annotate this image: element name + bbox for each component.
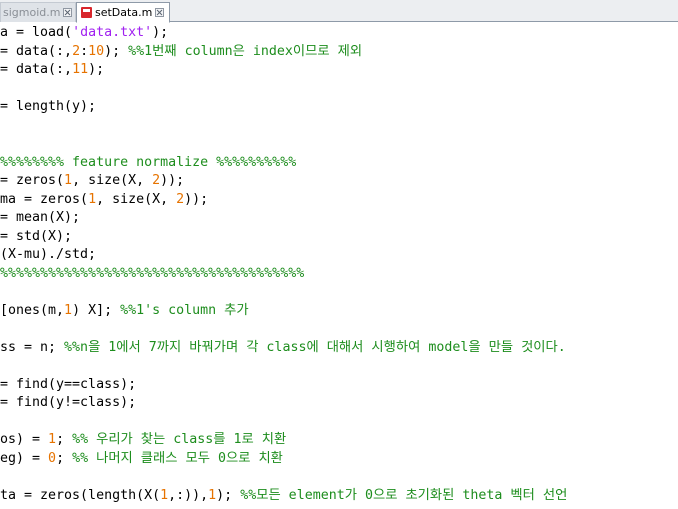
code-comment: %% 우리가 찾는 class를 1로 치환 [72, 432, 287, 447]
code-token: ); [152, 25, 169, 40]
code-line[interactable]: ta = zeros(length(X(1,:)),1); %%모든 eleme… [0, 487, 567, 505]
matlab-file-icon [81, 7, 92, 18]
code-line[interactable]: = find(y==class); [0, 376, 136, 394]
code-token: ma = zeros( [0, 191, 89, 207]
code-line[interactable]: = std(X); [0, 228, 72, 246]
code-token: ,:)), [168, 487, 209, 503]
code-token: = std(X); [0, 228, 73, 244]
code-token: os) = [0, 432, 49, 447]
code-token: [ones(m, [0, 302, 65, 318]
code-line[interactable]: = find(y!=class); [0, 394, 136, 412]
code-token: ss = n; [0, 339, 65, 355]
code-token: ); [104, 43, 129, 59]
code-editor[interactable]: a = load('data.txt'); = data(:,2:10); %%1… [0, 22, 678, 509]
code-token: ); [88, 62, 105, 77]
code-line[interactable]: eg) = 0; %% 나머지 클래스 모두 0으로 치환 [0, 450, 283, 468]
code-number: 2 [72, 43, 81, 59]
code-line[interactable]: [ones(m,1) X]; %%1's column 추가 [0, 302, 249, 320]
code-line[interactable]: %%%%%%%% feature normalize %%%%%%%%%% [0, 154, 296, 172]
code-comment: %%모든 element가 0으로 초기화된 theta 벡터 선언 [240, 487, 568, 503]
close-icon[interactable] [63, 8, 73, 17]
code-comment: %%%%%%%% feature normalize %%%%%%%%%% [0, 154, 297, 170]
code-token: ); [216, 487, 241, 503]
tab-label: setData.m [95, 6, 153, 19]
code-token: (X-mu)./std; [0, 247, 97, 262]
code-number: 1 [88, 191, 97, 207]
code-number: 0 [48, 450, 57, 466]
code-token: ; [56, 432, 73, 447]
code-token: ) X]; [72, 302, 121, 318]
code-line[interactable]: = zeros(1, size(X, 2)); [0, 172, 184, 190]
code-number: 1 [160, 487, 169, 503]
code-line[interactable]: %%%%%%%%%%%%%%%%%%%%%%%%%%%%%%%%%%%%%% [0, 265, 304, 283]
tab-sigmoid[interactable]: sigmoid.m [0, 2, 76, 22]
code-number: 2 [152, 173, 161, 188]
code-token: = find(y!=class); [0, 395, 137, 410]
code-token: ta = zeros(length(X( [0, 487, 161, 503]
code-comment: %%1's column 추가 [120, 302, 249, 318]
code-token: = zeros( [0, 173, 65, 188]
code-token: , size(X, [72, 173, 153, 188]
code-line[interactable]: a = load('data.txt'); [0, 24, 168, 42]
code-token: = length(y); [0, 99, 97, 114]
code-token: = find(y==class); [0, 376, 137, 392]
code-token: = data(:, [0, 62, 73, 77]
code-token: )); [184, 191, 209, 207]
code-line[interactable]: ma = zeros(1, size(X, 2)); [0, 191, 208, 209]
code-line[interactable]: os) = 1; %% 우리가 찾는 class를 1로 치환 [0, 431, 286, 449]
code-number: 2 [176, 191, 185, 207]
code-token: ; [56, 450, 73, 466]
code-line[interactable]: ss = n; %%n을 1에서 7까지 바꿔가며 각 class에 대해서 시… [0, 339, 566, 357]
code-line[interactable]: = data(:,2:10); %%1번째 column은 index이므로 제… [0, 43, 362, 61]
code-token: , size(X, [96, 191, 177, 207]
code-comment: %%%%%%%%%%%%%%%%%%%%%%%%%%%%%%%%%%%%%% [0, 265, 305, 281]
editor-tab-bar: sigmoid.m setData.m [0, 0, 678, 23]
code-number: 11 [72, 62, 89, 77]
code-token: eg) = [0, 450, 49, 466]
tab-setdata[interactable]: setData.m [76, 2, 170, 23]
tab-label: sigmoid.m [3, 6, 61, 19]
code-line[interactable]: = length(y); [0, 98, 96, 116]
code-comment: %%1번째 column은 index이므로 제외 [128, 43, 363, 59]
code-comment: %%n을 1에서 7까지 바꿔가며 각 class에 대해서 시행하여 mode… [64, 339, 566, 355]
code-string: 'data.txt' [72, 25, 153, 40]
code-number: 1 [64, 173, 73, 188]
code-number: 1 [64, 302, 73, 318]
code-token: a = load( [0, 25, 73, 40]
code-line[interactable]: = data(:,11); [0, 61, 104, 79]
code-comment: %% 나머지 클래스 모두 0으로 치환 [72, 450, 283, 466]
code-token: : [80, 43, 89, 59]
code-number: 1 [208, 487, 217, 503]
code-number: 1 [48, 432, 57, 447]
code-token: )); [160, 173, 185, 188]
code-line[interactable]: = mean(X); [0, 209, 80, 227]
code-line[interactable]: (X-mu)./std; [0, 246, 96, 264]
code-number: 10 [88, 43, 105, 59]
close-icon[interactable] [155, 8, 165, 17]
code-token: = mean(X); [0, 210, 81, 225]
code-token: = data(:, [0, 43, 73, 59]
